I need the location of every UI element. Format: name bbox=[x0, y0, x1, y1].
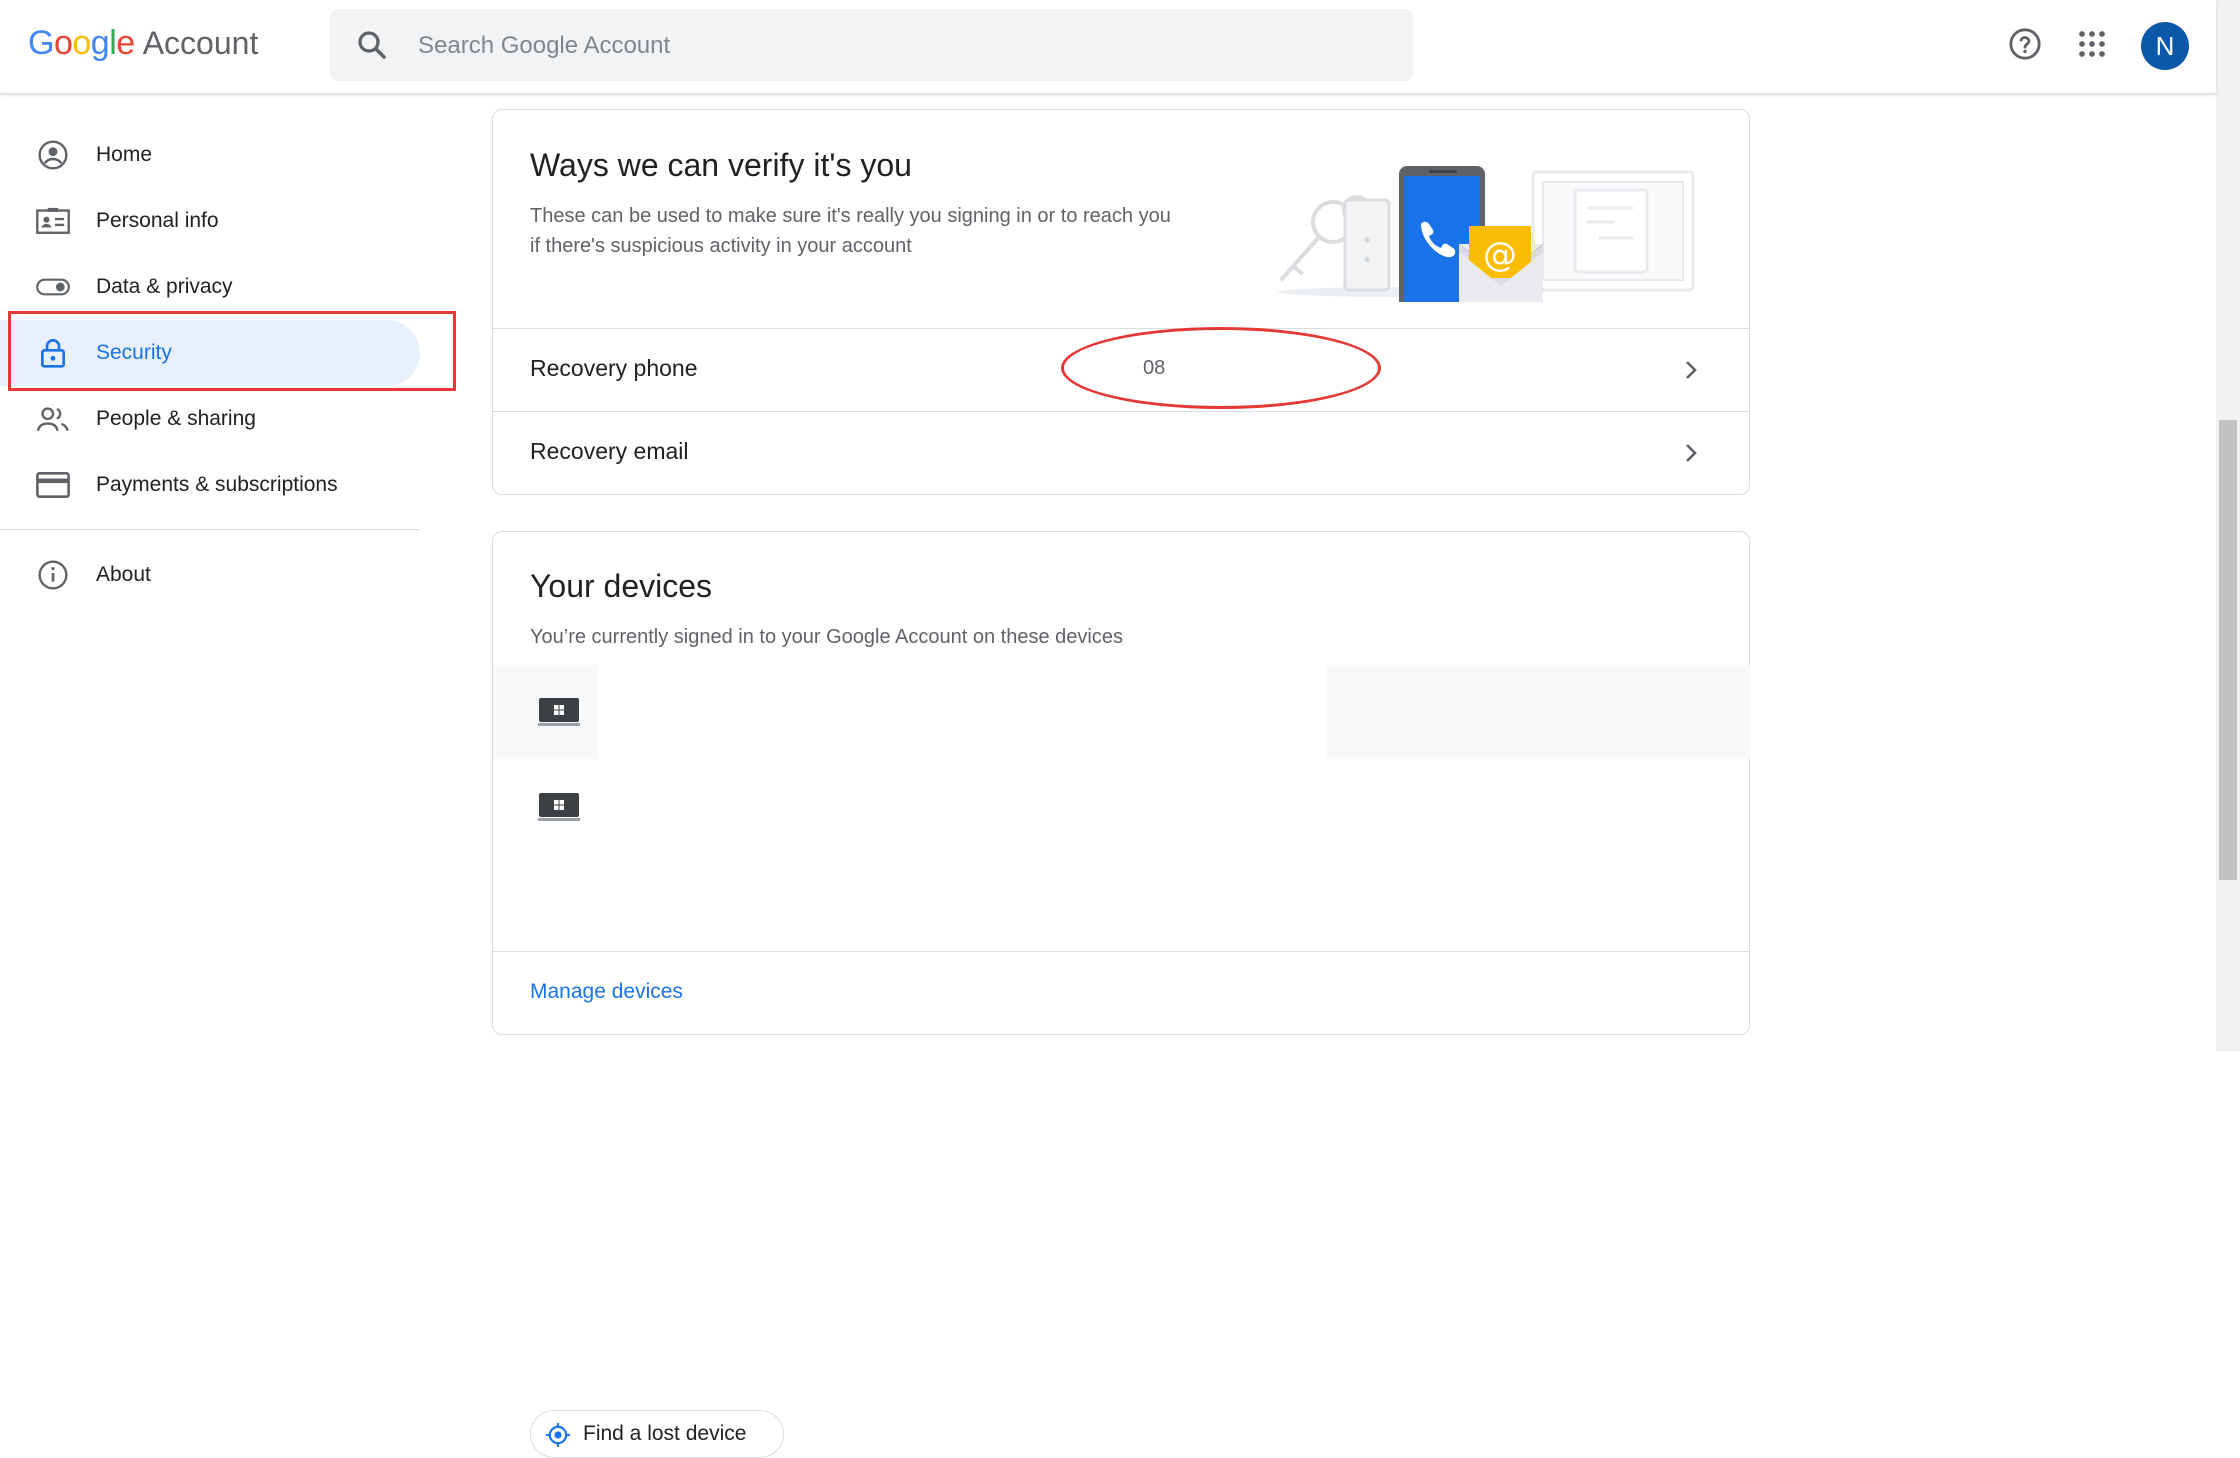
find-lost-device-label: Find a lost device bbox=[583, 1422, 747, 1445]
sidebar-item-security[interactable]: Security bbox=[0, 320, 420, 386]
card-title: Your devices bbox=[530, 568, 713, 604]
device-row[interactable] bbox=[493, 759, 1751, 853]
sidebar-item-payments-subscriptions[interactable]: Payments & subscriptions bbox=[0, 452, 420, 518]
apps-grid-icon bbox=[2077, 29, 2107, 64]
svg-text:*: * bbox=[1364, 235, 1371, 251]
sidebar-item-label: Data & privacy bbox=[96, 275, 233, 298]
device-row-highlight bbox=[1326, 665, 1750, 759]
your-devices-card: Your devices You’re currently signed in … bbox=[492, 531, 1751, 1458]
manage-devices-link[interactable]: Manage devices bbox=[530, 980, 683, 1004]
sidebar-item-label: Payments & subscriptions bbox=[96, 473, 338, 496]
google-account-logo[interactable]: Google Account bbox=[28, 24, 258, 68]
account-wordmark: Account bbox=[142, 25, 259, 61]
card-divider bbox=[493, 951, 1749, 952]
sidebar-item-personal-info[interactable]: Personal info bbox=[0, 188, 420, 254]
verify-identity-card: Ways we can verify it's you These can be… bbox=[492, 109, 1750, 495]
id-card-icon bbox=[36, 206, 70, 236]
card-description: These can be used to make sure it's real… bbox=[530, 201, 1171, 261]
google-wordmark: Google bbox=[28, 24, 135, 62]
row-label: Recovery phone bbox=[530, 355, 698, 381]
card-description: You’re currently signed in to your Googl… bbox=[530, 626, 1123, 648]
location-target-icon bbox=[545, 1422, 571, 1448]
find-lost-device-button[interactable]: Find a lost device bbox=[530, 1410, 784, 1458]
sidebar-item-people-sharing[interactable]: People & sharing bbox=[0, 386, 420, 452]
search-input[interactable] bbox=[416, 27, 1320, 65]
sidebar-item-label: Personal info bbox=[96, 209, 219, 232]
chevron-right-icon bbox=[1679, 439, 1703, 467]
sidebar-divider bbox=[0, 529, 420, 530]
row-label: Recovery email bbox=[530, 438, 689, 464]
windows-laptop-icon bbox=[537, 791, 581, 823]
verify-illustration: * * @ bbox=[1278, 166, 1695, 302]
svg-text:@: @ bbox=[1483, 235, 1517, 275]
sidebar-item-label: Home bbox=[96, 143, 153, 166]
search-bar[interactable] bbox=[330, 9, 1413, 81]
sidebar-item-data-privacy[interactable]: Data & privacy bbox=[0, 254, 420, 320]
recovery-phone-row[interactable]: Recovery phone 08 bbox=[493, 328, 1749, 411]
account-circle-icon bbox=[36, 140, 70, 170]
info-icon bbox=[36, 560, 70, 590]
description-line: if there's suspicious activity in your a… bbox=[530, 235, 912, 257]
windows-laptop-icon bbox=[537, 696, 581, 728]
recovery-email-row[interactable]: Recovery email bbox=[493, 411, 1749, 494]
recovery-phone-value: 08 bbox=[1143, 357, 1166, 379]
card-title: Ways we can verify it's you bbox=[530, 147, 912, 183]
avatar[interactable]: N bbox=[2141, 22, 2189, 70]
apps-button[interactable] bbox=[2068, 22, 2116, 70]
device-row[interactable] bbox=[493, 665, 1751, 759]
toggle-icon bbox=[36, 272, 70, 302]
svg-text:*: * bbox=[1364, 255, 1371, 271]
chevron-right-icon bbox=[1679, 356, 1703, 384]
sidebar-item-about[interactable]: About bbox=[0, 542, 420, 608]
lock-icon bbox=[36, 338, 70, 368]
help-icon bbox=[2008, 27, 2042, 66]
description-line: These can be used to make sure it's real… bbox=[530, 205, 1171, 227]
sidebar-item-label: About bbox=[96, 563, 151, 586]
credit-card-icon bbox=[36, 470, 70, 500]
sidebar-item-home[interactable]: Home bbox=[0, 122, 420, 188]
help-button[interactable] bbox=[2001, 22, 2049, 70]
scrollbar-thumb[interactable] bbox=[2219, 420, 2237, 880]
top-app-bar: Google Account N bbox=[0, 0, 2216, 94]
search-icon[interactable] bbox=[354, 27, 390, 63]
people-icon bbox=[36, 404, 70, 434]
sidebar-item-label: People & sharing bbox=[96, 407, 256, 430]
sidebar-item-label: Security bbox=[96, 341, 172, 364]
